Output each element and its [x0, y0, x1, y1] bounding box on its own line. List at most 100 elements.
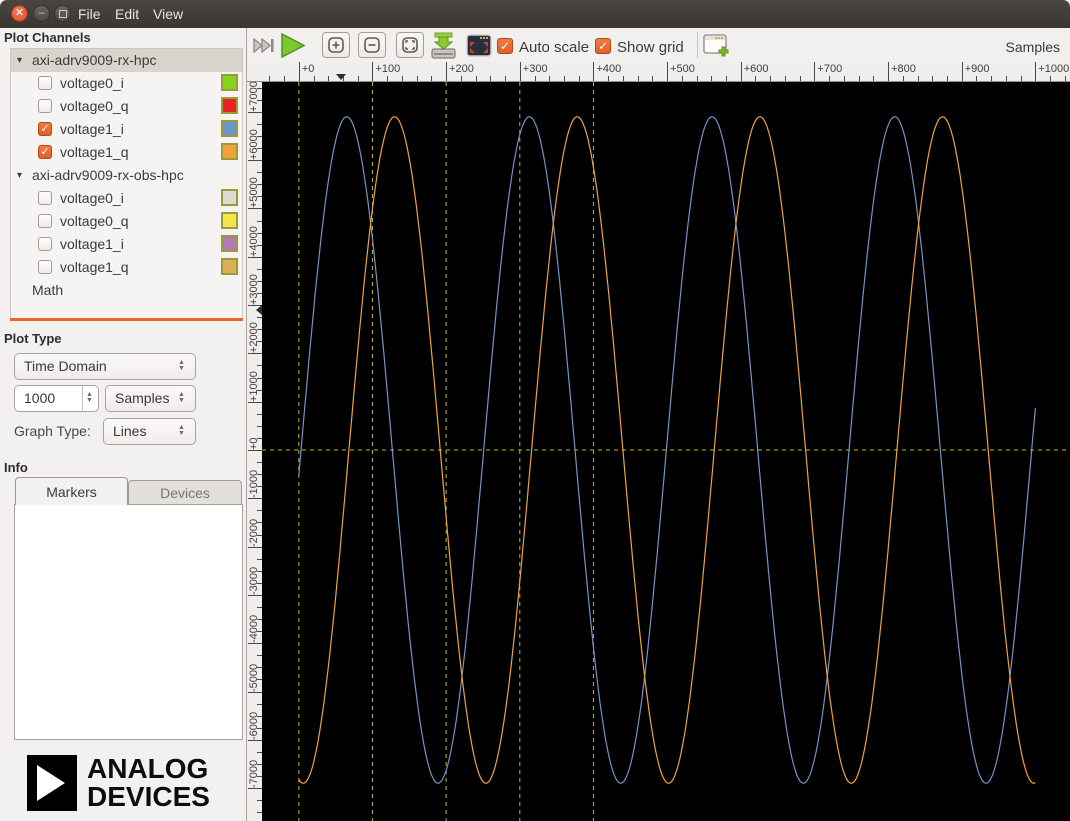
- device-row[interactable]: ▾ axi-adrv9009-rx-obs-hpc: [11, 164, 242, 187]
- major-tick: [1035, 62, 1037, 81]
- window-maximize-button[interactable]: [54, 5, 71, 22]
- minor-tick: [829, 76, 831, 81]
- minor-tick: [563, 76, 565, 81]
- menu-edit[interactable]: Edit: [110, 5, 144, 23]
- orange-divider: [10, 318, 243, 321]
- play-button[interactable]: [280, 33, 306, 58]
- channel-row[interactable]: voltage1_i: [11, 233, 242, 256]
- window-minimize-button[interactable]: –: [33, 5, 50, 22]
- y-tick-label: -4000: [248, 615, 260, 644]
- channel-row[interactable]: voltage0_i: [11, 187, 242, 210]
- waveform-plot[interactable]: [262, 82, 1070, 821]
- channel-row[interactable]: voltage1_q: [11, 256, 242, 279]
- zoom-in-button[interactable]: [322, 32, 350, 58]
- channel-row[interactable]: ✓ voltage1_i: [11, 118, 242, 141]
- channel-checkbox[interactable]: ✓: [38, 122, 52, 136]
- expander-triangle-icon[interactable]: ▾: [17, 164, 22, 187]
- minor-tick: [1005, 76, 1007, 81]
- channel-checkbox[interactable]: [38, 191, 52, 205]
- menu-view[interactable]: View: [148, 5, 188, 23]
- new-plot-button[interactable]: [703, 34, 730, 58]
- major-tick: [248, 643, 262, 645]
- expander-triangle-icon[interactable]: ▾: [17, 49, 22, 72]
- sample-count-spinner[interactable]: 1000 ▲ ▼: [14, 385, 99, 412]
- fullscreen-button[interactable]: [466, 34, 492, 57]
- minor-tick: [357, 76, 359, 81]
- channel-checkbox[interactable]: [38, 99, 52, 113]
- minor-tick: [917, 76, 919, 81]
- skip-forward-icon[interactable]: [253, 38, 275, 53]
- major-tick: [248, 111, 262, 113]
- channel-color-swatch: [221, 143, 238, 160]
- channel-row[interactable]: voltage0_q: [11, 95, 242, 118]
- showgrid-checkbox[interactable]: ✓: [595, 38, 611, 54]
- minor-tick: [652, 76, 654, 81]
- channel-color-swatch: [221, 74, 238, 91]
- minor-tick: [431, 76, 433, 81]
- minor-tick: [387, 76, 389, 81]
- x-tick-label: +200: [449, 63, 474, 75]
- vertical-ruler[interactable]: +7000 +6000 +5000 +4000 +3000 +2000 +1000 +0 -10…: [247, 82, 262, 821]
- channel-checkbox[interactable]: [38, 214, 52, 228]
- save-capture-button[interactable]: [430, 32, 457, 59]
- channel-checkbox[interactable]: [38, 237, 52, 251]
- minor-tick: [313, 76, 315, 81]
- major-tick: [667, 62, 669, 81]
- chevron-updown-icon: ▲ ▼: [178, 424, 185, 437]
- channel-row[interactable]: voltage0_i: [11, 72, 242, 95]
- y-tick-label: -7000: [248, 759, 260, 789]
- tab-devices[interactable]: Devices: [128, 480, 242, 505]
- tab-markers[interactable]: Markers: [15, 477, 128, 505]
- channel-color-swatch: [221, 212, 238, 229]
- ruler-position-marker[interactable]: [335, 74, 346, 80]
- minor-tick: [475, 76, 477, 81]
- channel-label: voltage0_q: [60, 98, 129, 114]
- markers-info-panel: [14, 504, 243, 740]
- channel-row[interactable]: ✓ voltage1_q: [11, 141, 242, 164]
- autoscale-checkbox[interactable]: ✓: [497, 38, 513, 54]
- x-tick-label: +500: [670, 63, 695, 75]
- sample-unit-select[interactable]: Samples ▲ ▼: [105, 385, 196, 412]
- x-tick-label: +400: [596, 63, 622, 75]
- x-tick-label: +800: [891, 63, 916, 75]
- plot-type-title: Plot Type: [4, 331, 62, 346]
- major-tick: [372, 62, 374, 81]
- horizontal-ruler[interactable]: +0 +100 +200 +300 +400 +500 +600 +700 +800 +900 +1…: [247, 62, 1070, 82]
- y-tick-label: -5000: [248, 663, 260, 692]
- spinner-arrows-icon[interactable]: ▲ ▼: [82, 386, 98, 411]
- channel-color-swatch: [221, 97, 238, 114]
- showgrid-label[interactable]: Show grid: [617, 39, 684, 56]
- y-tick-label: +5000: [248, 177, 260, 209]
- y-tick-label: +0: [248, 437, 260, 450]
- device-name: axi-adrv9009-rx-hpc: [32, 52, 157, 68]
- x-tick-label: +1000: [1038, 63, 1070, 75]
- graph-type-select[interactable]: Lines ▲ ▼: [103, 418, 196, 445]
- minor-tick: [416, 76, 418, 81]
- minor-tick: [696, 76, 698, 81]
- x-tick-label: +100: [375, 63, 401, 75]
- channel-checkbox[interactable]: [38, 260, 52, 274]
- y-tick-label: -3000: [248, 566, 260, 595]
- autoscale-label[interactable]: Auto scale: [519, 39, 589, 56]
- device-row[interactable]: ▾ axi-adrv9009-rx-hpc: [11, 49, 242, 72]
- plot-type-value: Time Domain: [24, 358, 107, 374]
- window-close-button[interactable]: ✕: [11, 5, 28, 22]
- channel-checkbox[interactable]: ✓: [38, 145, 52, 159]
- menu-file[interactable]: File: [73, 5, 106, 23]
- maximize-icon: [58, 10, 67, 18]
- plot-channels-title: Plot Channels: [4, 30, 91, 45]
- channel-row[interactable]: voltage0_q: [11, 210, 242, 233]
- minor-tick: [1020, 76, 1022, 81]
- zoom-out-button[interactable]: [358, 32, 386, 58]
- major-tick: [814, 62, 816, 81]
- plot-type-select[interactable]: Time Domain ▲ ▼: [14, 353, 196, 380]
- channel-checkbox[interactable]: [38, 76, 52, 90]
- minor-tick: [858, 76, 860, 81]
- math-row[interactable]: Math: [11, 279, 242, 302]
- minor-tick: [946, 76, 948, 81]
- major-tick: [446, 62, 448, 81]
- channel-color-swatch: [221, 235, 238, 252]
- zoom-fit-button[interactable]: [396, 32, 424, 58]
- minor-tick: [608, 76, 610, 81]
- major-tick: [248, 450, 262, 451]
